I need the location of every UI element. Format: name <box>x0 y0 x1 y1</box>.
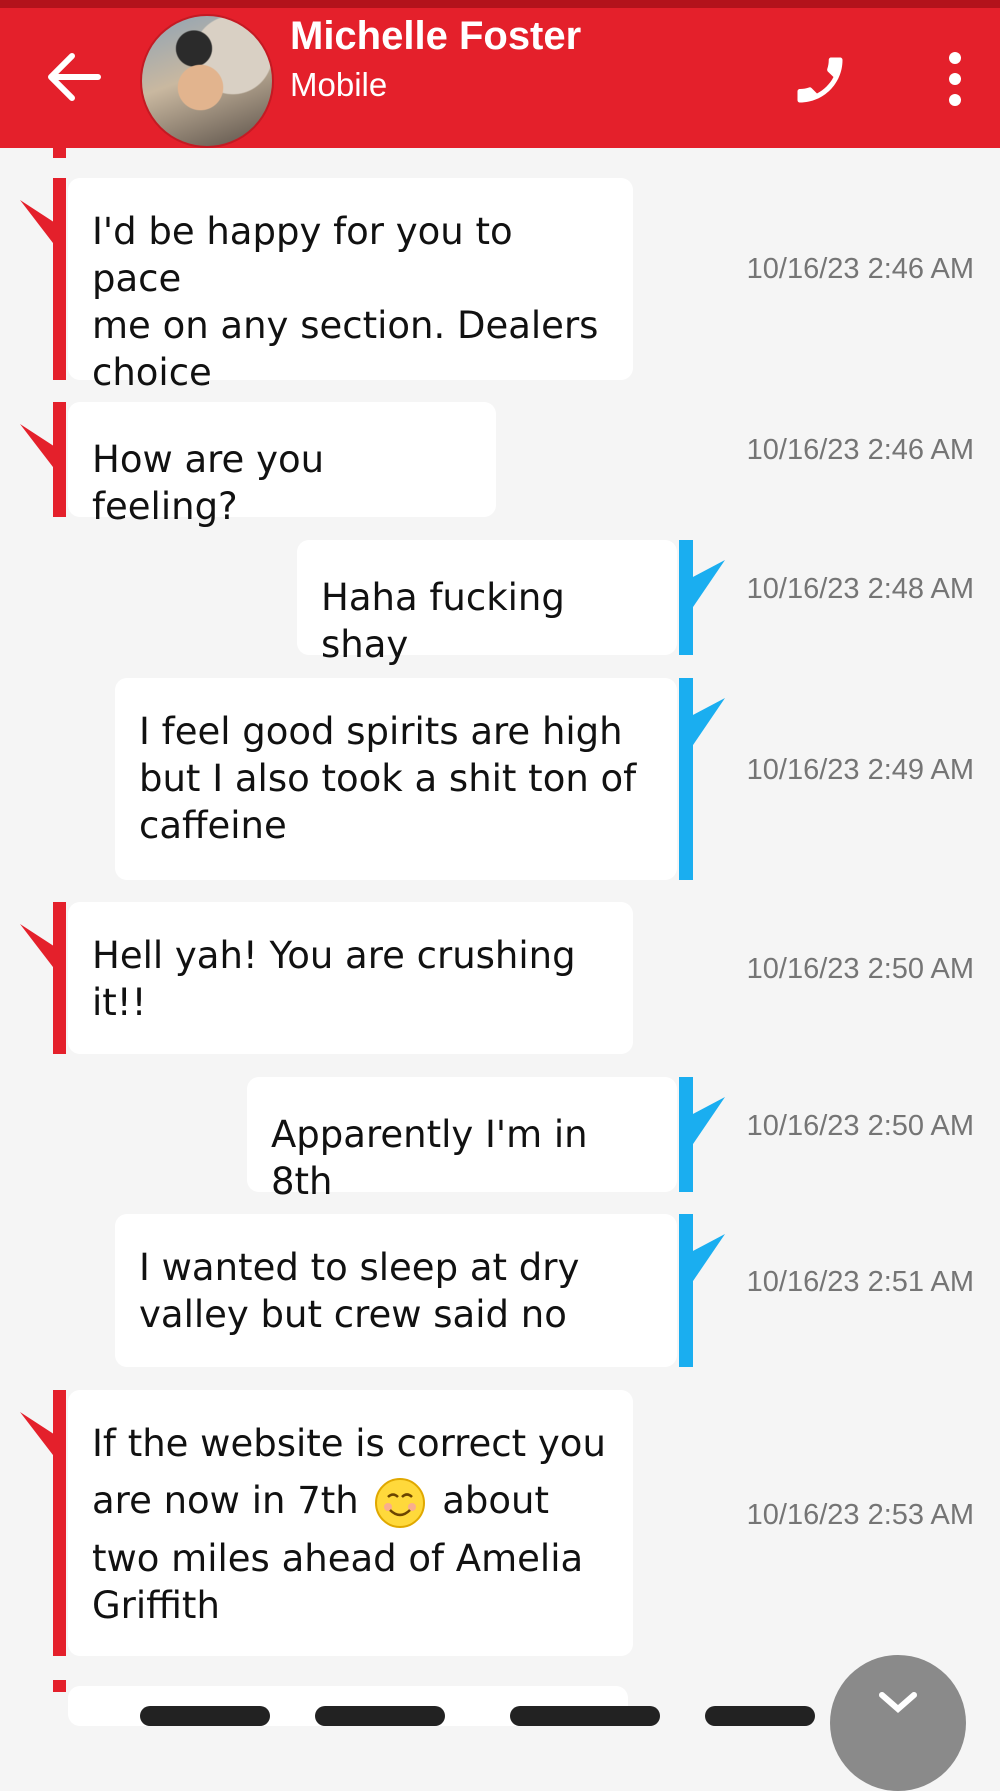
message-bubble: Apparently I'm in 8th <box>247 1077 677 1203</box>
message-text-line: I wanted to sleep at dry <box>139 1246 580 1289</box>
message-text-line-with-emoji: are now in 7th about <box>92 1467 609 1535</box>
call-button[interactable] <box>790 50 850 110</box>
bottom-bar-segment <box>315 1706 445 1726</box>
message-text-line: I feel good spirits are high <box>139 710 623 753</box>
message-timestamp: 10/16/23 2:50 AM <box>746 953 974 985</box>
message-bubble: If the website is correct you are now in… <box>68 1390 633 1656</box>
back-button[interactable] <box>40 42 110 112</box>
message-bubble: Haha fucking shay <box>297 540 677 666</box>
message-text-line: choice <box>92 351 212 394</box>
message-bubble: Hell yah! You are crushing it!! <box>68 902 633 1054</box>
conversation-header: Michelle Foster Mobile <box>0 0 1000 148</box>
incoming-bar <box>53 1680 66 1692</box>
back-arrow-icon <box>48 53 101 101</box>
contact-avatar[interactable] <box>140 14 274 148</box>
status-strip <box>0 0 1000 8</box>
incoming-tail-icon <box>20 200 66 260</box>
message-bar-incoming <box>53 148 66 158</box>
message-timestamp: 10/16/23 2:53 AM <box>746 1499 974 1531</box>
phone-icon <box>797 57 843 103</box>
message-text-line: Haha fucking shay <box>321 576 565 666</box>
incoming-tail-icon <box>20 924 66 984</box>
message-timestamp: 10/16/23 2:48 AM <box>746 573 974 605</box>
message-timestamp: 10/16/23 2:46 AM <box>746 253 974 285</box>
message-text-line: two miles ahead of Amelia <box>92 1537 584 1580</box>
incoming-tail-icon <box>20 1412 66 1472</box>
bottom-bar-segment <box>510 1706 660 1726</box>
message-bubble: How are you feeling? <box>68 402 496 528</box>
message-bubble: I wanted to sleep at dry valley but crew… <box>115 1214 677 1367</box>
message-text-line: Apparently I'm in 8th <box>271 1113 588 1203</box>
contact-number-type: Mobile <box>290 66 388 103</box>
message-timestamp: 10/16/23 2:51 AM <box>746 1266 974 1298</box>
more-options-button[interactable] <box>935 48 975 110</box>
message-text-line: Hell yah! You are crushing <box>92 934 576 977</box>
chevron-down-icon <box>879 1692 917 1713</box>
message-text-line: If the website is correct you <box>92 1422 606 1465</box>
message-text-line: caffeine <box>139 804 287 847</box>
contact-name[interactable]: Michelle Foster <box>290 14 581 59</box>
message-bubble: I'd be happy for you to pace me on any s… <box>68 178 633 394</box>
message-text-line: I'd be happy for you to pace <box>92 210 513 300</box>
message-text-segment: about <box>442 1479 549 1522</box>
message-text-line: me on any section. Dealers <box>92 304 599 347</box>
bottom-bar-segment <box>705 1706 815 1726</box>
message-text-segment: are now in 7th <box>92 1479 359 1522</box>
message-timestamp: 10/16/23 2:46 AM <box>746 434 974 466</box>
incoming-tail-icon <box>20 424 66 484</box>
more-vertical-icon <box>949 52 961 106</box>
message-timestamp: 10/16/23 2:49 AM <box>746 754 974 786</box>
smiling-face-emoji-icon <box>375 1477 426 1528</box>
message-text-line: Griffith <box>92 1584 220 1627</box>
message-text-line: How are you feeling? <box>92 438 325 528</box>
message-text-line: it!! <box>92 981 147 1024</box>
outgoing-tail-icon <box>691 698 725 748</box>
bottom-bar-segment <box>140 1706 270 1726</box>
message-text-line: valley but crew said no <box>139 1293 567 1336</box>
scroll-to-bottom-button[interactable] <box>830 1655 966 1791</box>
message-text-line: but I also took a shit ton of <box>139 757 637 800</box>
message-bubble: I feel good spirits are high but I also … <box>115 678 677 880</box>
message-timestamp: 10/16/23 2:50 AM <box>746 1110 974 1142</box>
